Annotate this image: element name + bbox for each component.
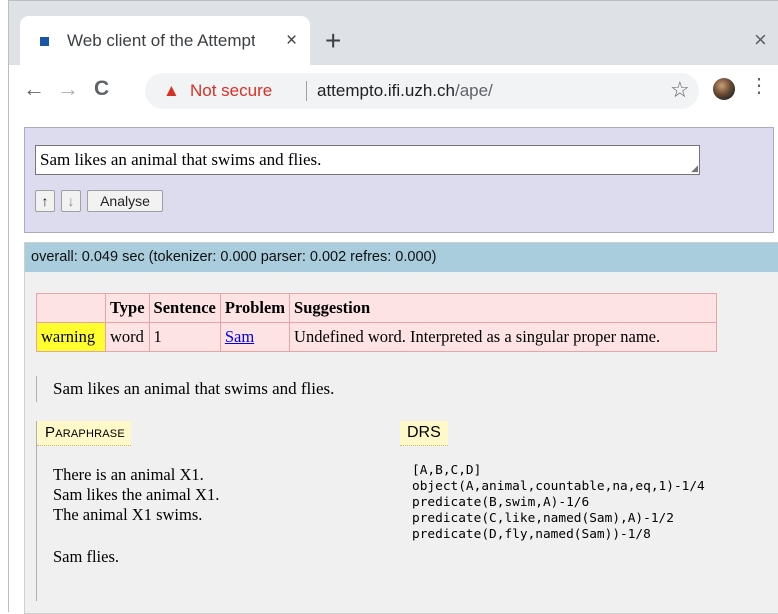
problem-link[interactable]: Sam xyxy=(225,327,254,346)
result-panel: overall: 0.049 sec (tokenizer: 0.000 par… xyxy=(24,242,778,614)
paraphrase-heading-text: Paraphrase xyxy=(45,424,125,441)
address-bar[interactable]: ▲ Not secure attempto.ifi.uzh.ch/ape/ ☆ xyxy=(145,73,699,109)
warning-triangle-icon: ▲ xyxy=(163,81,180,100)
messages-table: Type Sentence Problem Suggestion warning… xyxy=(36,293,718,352)
back-icon[interactable]: ← xyxy=(23,78,45,100)
profile-avatar[interactable] xyxy=(713,78,735,100)
tab-close-icon[interactable]: × xyxy=(286,31,297,50)
menu-icon[interactable]: ⋮ xyxy=(749,76,769,96)
drs-line: object(A,animal,countable,na,eq,1)-1/4 xyxy=(412,479,705,494)
bookmark-star-icon[interactable]: ☆ xyxy=(670,79,690,101)
reload-icon[interactable]: C xyxy=(94,78,109,100)
header-level xyxy=(36,293,106,323)
omnibox-divider xyxy=(306,81,307,101)
paraphrase-line: The animal X1 swims. xyxy=(53,505,203,524)
drs-line: predicate(B,swim,A)-1/6 xyxy=(412,495,590,510)
sentence-cell: 1 xyxy=(148,322,221,352)
paraphrase-heading: Paraphrase xyxy=(37,421,131,446)
analysed-sentence: Sam likes an animal that swims and flies… xyxy=(36,376,334,402)
page-content: Sam likes an animal that swims and flies… xyxy=(8,117,778,614)
timing-bar: overall: 0.049 sec (tokenizer: 0.000 par… xyxy=(25,243,778,272)
drs-line: predicate(D,fly,named(Sam))-1/8 xyxy=(412,527,651,542)
header-sentence: Sentence xyxy=(148,293,221,323)
history-up-button[interactable]: ↑ xyxy=(35,190,55,212)
url-host: attempto.ifi.uzh.ch xyxy=(317,81,455,100)
paraphrase-line: Sam likes the animal X1. xyxy=(53,485,220,504)
paraphrase-line: There is an animal X1. xyxy=(53,465,204,484)
header-suggestion: Suggestion xyxy=(289,293,718,323)
suggestion-cell: Undefined word. Interpreted as a singula… xyxy=(289,322,718,352)
paraphrase-line: Sam flies. xyxy=(53,547,119,566)
tab-title: Web client of the Attempto xyxy=(67,31,255,50)
messages-header-row: Type Sentence Problem Suggestion xyxy=(36,293,718,323)
table-row: warning word 1 Sam Undefined word. Inter… xyxy=(36,322,718,352)
header-problem: Problem xyxy=(219,293,291,323)
input-panel: Sam likes an animal that swims and flies… xyxy=(24,127,774,233)
problem-cell: Sam xyxy=(219,322,291,352)
browser-chrome: Web client of the Attempto × + × ← → C ▲… xyxy=(8,0,778,118)
browser-toolbar: ← → C ▲ Not secure attempto.ifi.uzh.ch/a… xyxy=(8,65,778,118)
drs-heading: DRS xyxy=(400,421,448,446)
new-tab-icon[interactable]: + xyxy=(325,27,341,55)
warning-level-cell: warning xyxy=(36,322,106,352)
favicon-icon xyxy=(40,37,49,46)
window-close-icon[interactable]: × xyxy=(754,29,767,51)
url-text[interactable]: attempto.ifi.uzh.ch/ape/ xyxy=(317,82,493,100)
paraphrase-section: Paraphrase There is an animal X1. Sam li… xyxy=(36,421,377,601)
drs-line: [A,B,C,D] xyxy=(412,463,482,478)
url-path: /ape/ xyxy=(454,81,493,100)
resize-grip-icon[interactable]: ◢ xyxy=(691,164,698,173)
analyse-button[interactable]: Analyse xyxy=(87,190,163,212)
browser-tab[interactable]: Web client of the Attempto × xyxy=(20,16,310,66)
input-text: Sam likes an animal that swims and flies… xyxy=(40,150,322,169)
drs-line: predicate(C,like,named(Sam),A)-1/2 xyxy=(412,511,674,526)
ace-text-input[interactable]: Sam likes an animal that swims and flies… xyxy=(35,145,700,175)
tab-strip: Web client of the Attempto × + × xyxy=(8,0,778,66)
security-indicator[interactable]: Not secure xyxy=(190,82,272,100)
type-cell: word xyxy=(105,322,150,352)
header-type: Type xyxy=(105,293,150,323)
history-down-button[interactable]: ↓ xyxy=(61,190,81,212)
forward-icon[interactable]: → xyxy=(57,78,79,100)
